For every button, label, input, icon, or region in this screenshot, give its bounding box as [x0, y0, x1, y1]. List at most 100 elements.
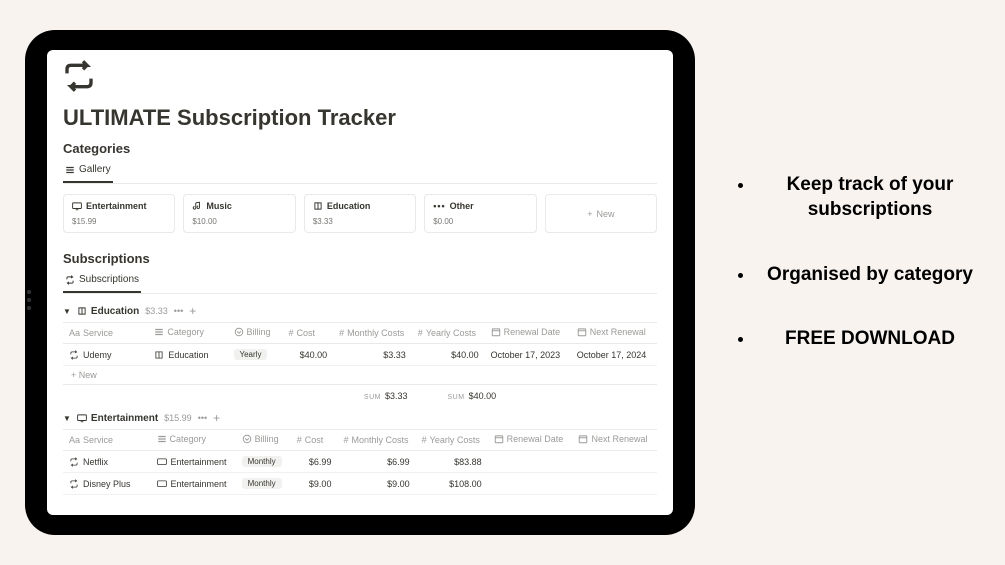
- col-yearly[interactable]: Yearly Costs: [426, 328, 476, 338]
- tablet-frame: ULTIMATE Subscription Tracker Categories…: [25, 30, 695, 535]
- chevron-down-icon: [234, 327, 244, 337]
- hash-icon: #: [343, 435, 348, 445]
- app-screen: ULTIMATE Subscription Tracker Categories…: [47, 50, 673, 515]
- group-header-education[interactable]: ▼ Education $3.33 ••• +: [63, 304, 657, 318]
- category-card-entertainment[interactable]: Entertainment $15.99: [63, 194, 175, 233]
- plus-icon: +: [587, 209, 592, 219]
- stack-icon: [157, 434, 167, 444]
- loop-icon: [63, 60, 657, 101]
- new-row-button[interactable]: + New: [63, 366, 657, 385]
- category-cards: Entertainment $15.99 Music $10.00 Educat…: [63, 194, 657, 233]
- tab-gallery[interactable]: Gallery: [63, 160, 113, 183]
- dots-icon: •••: [433, 201, 445, 211]
- cell-category: Entertainment: [171, 457, 227, 467]
- cell-category: Education: [168, 350, 208, 360]
- cell-renewal: [488, 473, 573, 495]
- add-row-icon[interactable]: +: [213, 411, 220, 425]
- category-card-new[interactable]: + New: [545, 194, 657, 233]
- cell-monthly: $6.99: [337, 451, 415, 473]
- loop-small-icon: [69, 479, 79, 489]
- cell-yearly: $40.00: [412, 344, 485, 366]
- calendar-icon: [491, 327, 501, 337]
- col-monthly[interactable]: Monthly Costs: [351, 435, 408, 445]
- cell-renewal: October 17, 2023: [485, 344, 571, 366]
- aa-icon: Aa: [69, 435, 80, 445]
- chevron-down-icon: [242, 434, 252, 444]
- card-name: Education: [327, 201, 371, 211]
- category-card-music[interactable]: Music $10.00: [183, 194, 295, 233]
- cell-service: Udemy: [83, 350, 112, 360]
- cell-cost: $9.00: [291, 473, 338, 495]
- more-icon[interactable]: •••: [174, 306, 183, 316]
- add-row-icon[interactable]: +: [189, 304, 196, 318]
- col-next[interactable]: Next Renewal: [590, 327, 646, 337]
- table-row[interactable]: Udemy Education Yearly $40.00 $3.33 $40.…: [63, 344, 657, 366]
- col-billing[interactable]: Billing: [255, 434, 279, 444]
- col-next[interactable]: Next Renewal: [591, 434, 647, 444]
- calendar-icon: [578, 434, 588, 444]
- tv-icon: [157, 479, 167, 489]
- cell-category: Entertainment: [171, 479, 227, 489]
- cell-renewal: [488, 451, 573, 473]
- new-row-label: New: [79, 370, 97, 380]
- book-icon: [77, 306, 87, 316]
- hash-icon: #: [422, 435, 427, 445]
- cell-cost: $6.99: [291, 451, 338, 473]
- col-renewal[interactable]: Renewal Date: [507, 434, 564, 444]
- tv-icon: [77, 413, 87, 423]
- sum-yearly: $40.00: [469, 391, 497, 401]
- triangle-down-icon: ▼: [63, 307, 71, 316]
- sum-monthly: $3.33: [385, 391, 408, 401]
- hash-icon: #: [339, 328, 344, 338]
- col-yearly[interactable]: Yearly Costs: [430, 435, 480, 445]
- new-label: New: [596, 209, 614, 219]
- cell-billing: Monthly: [242, 456, 282, 467]
- col-category[interactable]: Category: [170, 434, 207, 444]
- loop-small-icon: [69, 457, 79, 467]
- hash-icon: #: [418, 328, 423, 338]
- cell-next: October 17, 2024: [571, 344, 657, 366]
- cell-next: [572, 473, 657, 495]
- table-entertainment: AaService Category Billing #Cost #Monthl…: [63, 429, 657, 495]
- cell-monthly: $9.00: [337, 473, 415, 495]
- sum-label: SUM: [364, 394, 381, 401]
- bullet-item: Organised by category: [755, 263, 985, 288]
- cell-service: Netflix: [83, 457, 108, 467]
- col-service[interactable]: Service: [83, 435, 113, 445]
- card-name: Music: [206, 201, 232, 211]
- table-row[interactable]: Disney Plus Entertainment Monthly $9.00 …: [63, 473, 657, 495]
- col-billing[interactable]: Billing: [247, 327, 271, 337]
- group-price: $3.33: [145, 306, 168, 316]
- card-price: $0.00: [433, 217, 527, 226]
- category-card-other[interactable]: ••• Other $0.00: [424, 194, 536, 233]
- col-cost[interactable]: Cost: [297, 328, 316, 338]
- col-cost[interactable]: Cost: [305, 435, 324, 445]
- card-price: $10.00: [192, 217, 286, 226]
- tab-subscriptions[interactable]: Subscriptions: [63, 270, 141, 293]
- col-renewal[interactable]: Renewal Date: [504, 327, 561, 337]
- tab-gallery-label: Gallery: [79, 164, 111, 175]
- card-name: Other: [450, 201, 474, 211]
- triangle-down-icon: ▼: [63, 414, 71, 423]
- sum-label: SUM: [448, 394, 465, 401]
- tab-subscriptions-label: Subscriptions: [79, 274, 139, 285]
- aa-icon: Aa: [69, 328, 80, 338]
- marketing-bullets: Keep track of your subscriptions Organis…: [695, 173, 985, 392]
- more-icon[interactable]: •••: [198, 413, 207, 423]
- cell-yearly: $108.00: [416, 473, 488, 495]
- book-icon: [154, 350, 164, 360]
- col-category[interactable]: Category: [167, 327, 204, 337]
- col-monthly[interactable]: Monthly Costs: [347, 328, 404, 338]
- card-price: $3.33: [313, 217, 407, 226]
- card-price: $15.99: [72, 217, 166, 226]
- col-service[interactable]: Service: [83, 328, 113, 338]
- music-icon: [192, 201, 202, 211]
- cell-yearly: $83.88: [416, 451, 488, 473]
- category-card-education[interactable]: Education $3.33: [304, 194, 416, 233]
- group-header-entertainment[interactable]: ▼ Entertainment $15.99 ••• +: [63, 411, 657, 425]
- calendar-icon: [494, 434, 504, 444]
- tv-icon: [72, 201, 82, 211]
- table-row[interactable]: Netflix Entertainment Monthly $6.99 $6.9…: [63, 451, 657, 473]
- bullet-item: FREE DOWNLOAD: [755, 327, 985, 352]
- subscriptions-tabbar: Subscriptions: [63, 270, 657, 294]
